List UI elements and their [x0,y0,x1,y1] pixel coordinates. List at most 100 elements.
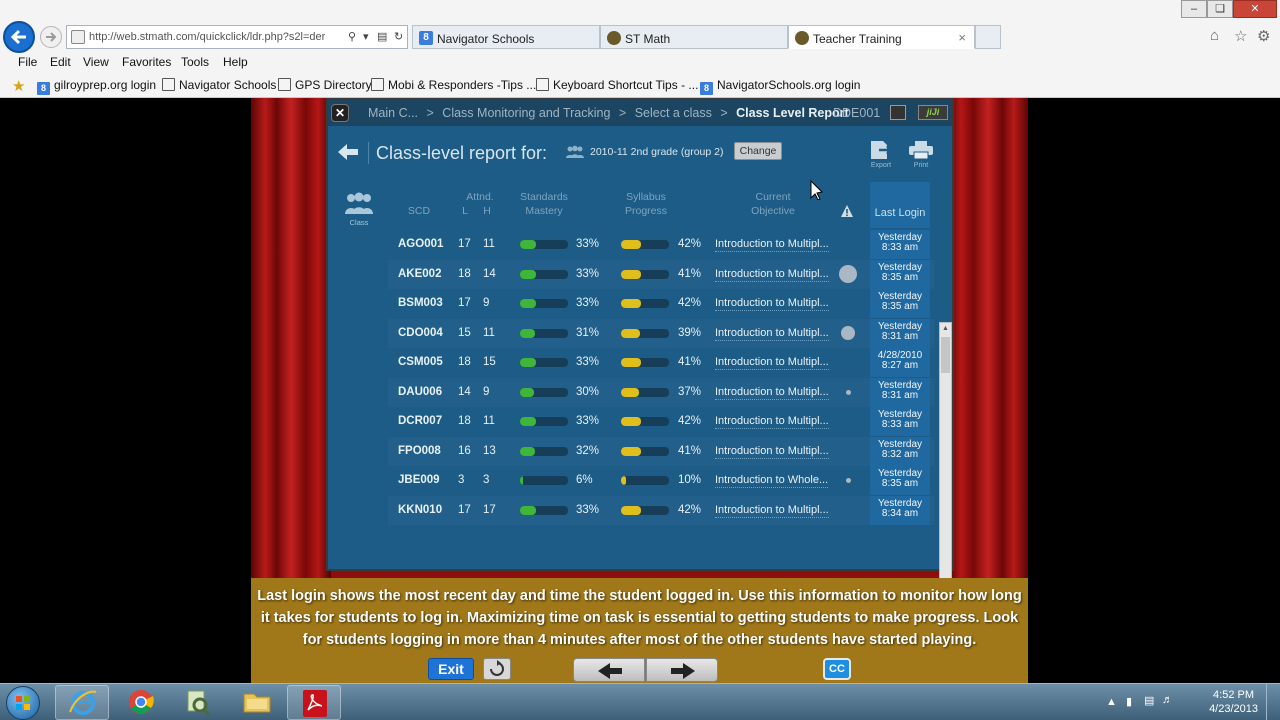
column-header-mastery[interactable]: Mastery [508,204,580,218]
print-button[interactable]: Print [906,140,936,169]
column-header-attnd[interactable]: Attnd. [460,190,500,204]
column-header-last-login[interactable]: Last Login [870,182,930,228]
forward-button[interactable] [40,26,62,48]
breadcrumb-monitoring[interactable]: Class Monitoring and Tracking [442,106,610,120]
closed-captions-button[interactable]: CC [823,658,851,680]
student-code[interactable]: FPO008 [398,445,441,457]
taskbar-explorer[interactable] [230,685,284,720]
menu-help[interactable]: Help [223,55,248,69]
current-objective-link[interactable]: Introduction to Whole... [715,474,829,488]
taskbar-search-app[interactable] [171,685,225,720]
current-objective-link[interactable]: Introduction to Multipl... [715,504,829,518]
volume-icon[interactable]: ♬ [1162,694,1173,706]
current-objective-link[interactable]: Introduction to Multipl... [715,415,829,429]
column-header-standards[interactable]: Standards [508,190,580,204]
current-objective-link[interactable]: Introduction to Multipl... [715,445,829,459]
table-row[interactable]: FPO008 16 13 32% 41% Introduction to Multipl.… [388,436,934,466]
table-row[interactable]: AKE002 18 14 33% 41% Introduction to Multipl.… [388,259,934,289]
favorite-link[interactable]: Navigator Schools [162,78,276,92]
menu-file[interactable]: File [18,55,37,69]
tab-teacher-training[interactable]: Teacher Training × [788,25,975,49]
taskbar-chrome[interactable] [114,685,168,720]
home-icon[interactable]: ⌂ [1210,27,1219,44]
favorite-link[interactable]: Mobi & Responders -Tips ... [371,78,536,92]
menu-favorites[interactable]: Favorites [122,55,171,69]
certificate-icon[interactable]: ▤ [377,30,387,43]
address-bar[interactable]: http://web.stmath.com/quickclick/ldr.php… [66,25,408,49]
menu-view[interactable]: View [83,55,109,69]
next-button[interactable] [646,658,718,682]
close-window-button[interactable]: ✕ [1233,0,1277,18]
table-row[interactable]: AGO001 17 11 33% 42% Introduction to Multipl.… [388,230,934,259]
table-row[interactable]: KKN010 17 17 33% 42% Introduction to Multipl.… [388,495,934,525]
clock[interactable]: 4:52 PM 4/23/2013 [1209,688,1258,716]
current-objective-link[interactable]: Introduction to Multipl... [715,238,829,252]
column-header-h[interactable]: H [482,204,492,218]
student-code[interactable]: BSM003 [398,297,443,309]
favorites-star-icon[interactable]: ★ [12,77,25,95]
close-tab-icon[interactable]: × [958,30,966,45]
student-code[interactable]: KKN010 [398,504,442,516]
column-header-current[interactable]: Current [738,190,808,204]
column-header-l[interactable]: L [460,204,470,218]
show-desktop-button[interactable] [1266,684,1280,720]
start-button[interactable] [6,686,40,720]
favorite-link[interactable]: 8 NavigatorSchools.org login [700,78,860,95]
warning-indicator-icon[interactable] [839,265,857,283]
column-header-scd[interactable]: SCD [394,204,444,218]
search-icon[interactable]: ⚲ [348,30,356,43]
table-row[interactable]: BSM003 17 9 33% 42% Introduction to Multipl..… [388,289,934,318]
tab-st-math[interactable]: ST Math [600,25,788,49]
warning-icon[interactable] [840,204,854,218]
table-row[interactable]: DAU006 14 9 30% 37% Introduction to Multipl..… [388,377,934,407]
exit-button[interactable]: Exit [428,658,474,680]
back-arrow-icon[interactable] [336,142,360,162]
dropdown-icon[interactable]: ▾ [363,30,369,43]
export-button[interactable]: Export [866,140,896,169]
new-tab-button[interactable] [975,25,1001,49]
favorite-link[interactable]: GPS Directory [278,78,372,92]
student-code[interactable]: DCR007 [398,415,442,427]
column-header-objective[interactable]: Objective [738,204,808,218]
network-icon[interactable]: ▤ [1144,694,1154,707]
current-objective-link[interactable]: Introduction to Multipl... [715,297,829,311]
taskbar-acrobat[interactable] [287,685,341,720]
student-code[interactable]: JBE009 [398,474,440,486]
warning-indicator-icon[interactable] [841,326,855,340]
current-objective-link[interactable]: Introduction to Multipl... [715,386,829,400]
close-icon[interactable]: ✕ [331,104,349,122]
back-button[interactable] [3,21,35,53]
previous-button[interactable] [573,658,645,682]
tab-navigator-schools[interactable]: 8 Navigator Schools [412,25,600,49]
taskbar-ie[interactable] [55,685,109,720]
sidebar-item-class[interactable]: Class [338,192,380,227]
table-row[interactable]: DCR007 18 11 33% 42% Introduction to Multipl.… [388,407,934,436]
student-code[interactable]: AKE002 [398,268,441,280]
scroll-thumb[interactable] [941,337,950,373]
table-row[interactable]: CDO004 15 11 31% 39% Introduction to Multipl.… [388,318,934,348]
column-header-progress[interactable]: Progress [610,204,682,218]
warning-indicator-icon[interactable] [845,389,851,395]
favorite-link[interactable]: 8 gilroyprep.org login [37,78,156,95]
favorite-link[interactable]: Keyboard Shortcut Tips - ... [536,78,698,92]
student-code[interactable]: AGO001 [398,238,443,250]
current-objective-link[interactable]: Introduction to Multipl... [715,356,829,370]
student-code[interactable]: CDO004 [398,327,443,339]
student-code[interactable]: CSM005 [398,356,443,368]
favorites-star-icon[interactable]: ☆ [1234,27,1247,45]
student-code[interactable]: DAU006 [398,386,442,398]
current-objective-link[interactable]: Introduction to Multipl... [715,327,829,341]
battery-icon[interactable]: ▮ [1126,695,1132,708]
table-row[interactable]: CSM005 18 15 33% 41% Introduction to Multipl.… [388,348,934,377]
table-row[interactable]: JBE009 3 3 6% 10% Introduction to Whole... Yes… [388,466,934,495]
grid-icon[interactable] [890,105,906,120]
current-objective-link[interactable]: Introduction to Multipl... [715,268,829,282]
change-button[interactable]: Change [734,142,782,160]
replay-button[interactable] [483,658,511,680]
maximize-button[interactable]: ❏ [1207,0,1233,18]
warning-indicator-icon[interactable] [845,478,851,483]
breadcrumb-main[interactable]: Main C... [368,106,418,120]
refresh-icon[interactable]: ↻ [394,30,403,43]
scroll-up-icon[interactable]: ▲ [941,324,950,334]
column-header-syllabus[interactable]: Syllabus [610,190,682,204]
